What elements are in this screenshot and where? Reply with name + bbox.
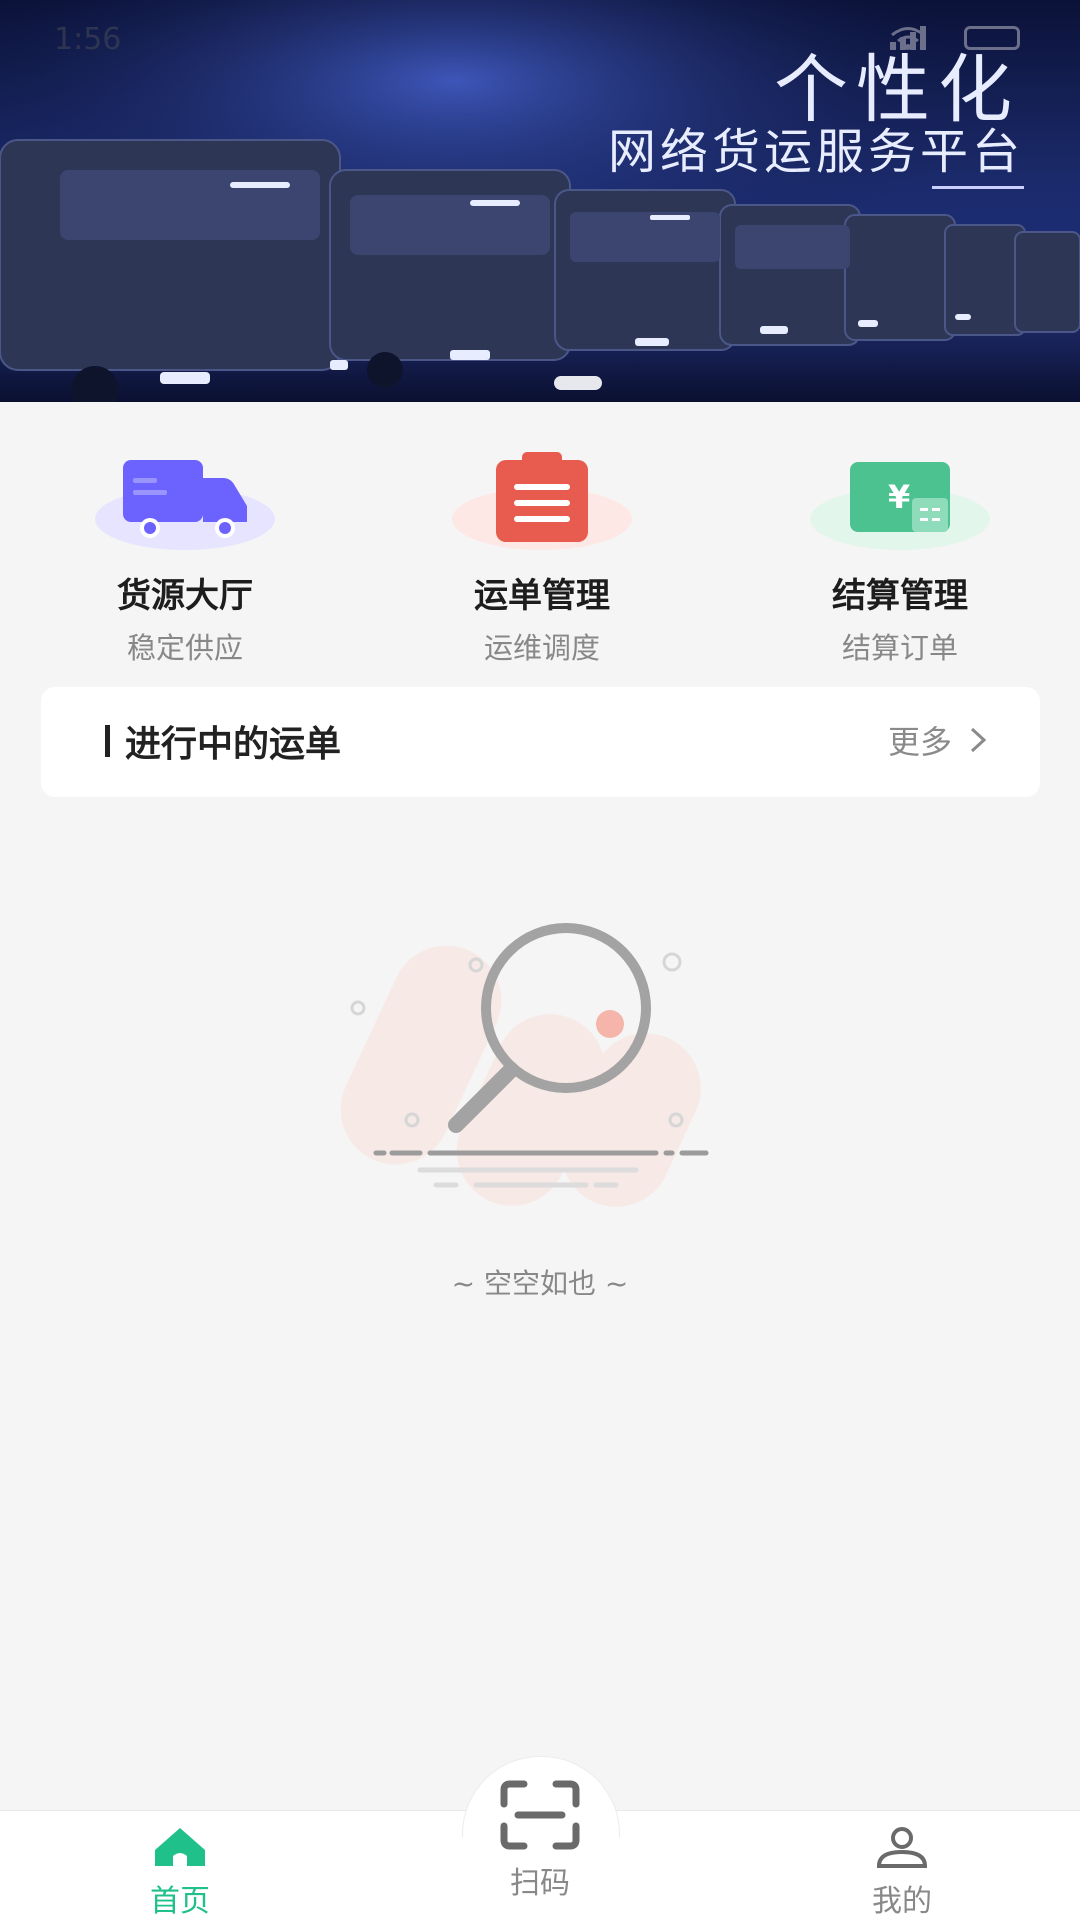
truck-icon (123, 460, 247, 538)
carousel-indicator (554, 376, 602, 390)
more-link[interactable]: 更多 (888, 717, 988, 763)
chevron-right-icon (970, 727, 987, 753)
banner-subtitle: 网络货运服务平台 (607, 124, 1024, 180)
clipboard-icon (496, 452, 588, 542)
scan-icon (500, 1780, 580, 1850)
section-title: 进行中的运单 (125, 724, 342, 765)
tab-mine[interactable]: 我的 (802, 1826, 1002, 1920)
quick-nav-waybill[interactable]: 运单管理 运维调度 (417, 450, 667, 667)
quick-nav-sub: 运维调度 (483, 631, 600, 665)
tab-home[interactable]: 首页 (80, 1826, 280, 1920)
quick-nav-sub: 稳定供应 (126, 631, 243, 665)
tab-label: 我的 (872, 1884, 932, 1919)
quick-nav-label: 运单管理 (474, 576, 610, 616)
quick-nav: 货源大厅 稳定供应 运单管理 运维调度 ¥ 结算管理 结算订单 (0, 450, 1080, 665)
quick-nav-label: 结算管理 (832, 576, 968, 616)
ongoing-waybills-header: 进行中的运单 更多 (41, 687, 1040, 797)
empty-state-text: ~ 空空如也 ~ (451, 1267, 629, 1300)
quick-nav-sub: 结算订单 (841, 631, 958, 665)
more-label: 更多 (887, 723, 952, 761)
banner-carousel[interactable]: 1:56 个性化 网络货运服务平台 (0, 0, 1080, 402)
person-icon (876, 1827, 928, 1868)
tab-label: 首页 (150, 1884, 210, 1919)
quick-nav-label: 货源大厅 (117, 576, 253, 616)
svg-text:¥: ¥ (888, 478, 910, 516)
tab-scan[interactable]: 扫码 (440, 1780, 640, 1902)
tab-label: 扫码 (510, 1866, 570, 1901)
home-icon (155, 1828, 205, 1866)
banner-divider (932, 186, 1024, 189)
ticket-icon: ¥ (850, 462, 950, 532)
quick-nav-settlement[interactable]: ¥ 结算管理 结算订单 (775, 450, 1025, 667)
status-time: 1:56 (54, 22, 122, 57)
empty-state-illustration (340, 923, 709, 1207)
quick-nav-cargo-hall[interactable]: 货源大厅 稳定供应 (60, 450, 310, 667)
